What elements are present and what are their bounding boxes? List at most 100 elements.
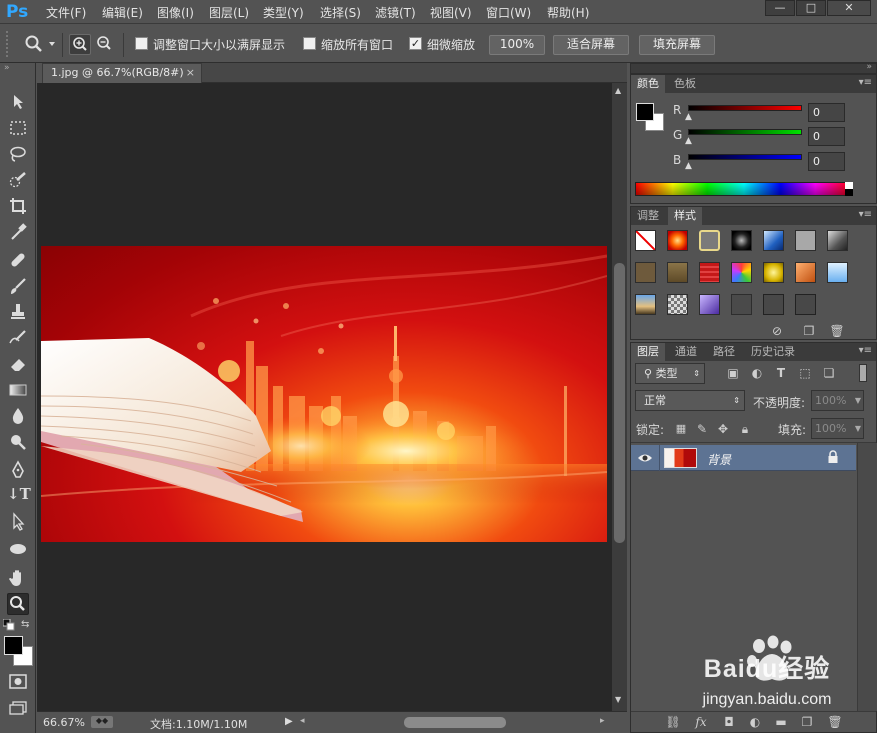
dodge-tool-icon[interactable] xyxy=(7,431,29,453)
crop-tool-icon[interactable] xyxy=(7,195,29,217)
channel-g-handle-icon[interactable]: ▲ xyxy=(685,136,692,146)
quick-selection-tool-icon[interactable] xyxy=(7,169,29,191)
pen-tool-icon[interactable] xyxy=(7,459,29,481)
collapse-tools-icon[interactable]: » xyxy=(4,63,32,73)
style-swatch[interactable] xyxy=(731,294,752,315)
tab-swatches[interactable]: 色板 xyxy=(668,75,702,93)
menu-help[interactable]: 帮助(H) xyxy=(547,4,589,21)
style-swatch[interactable] xyxy=(763,262,784,283)
channel-g-value[interactable]: 0 xyxy=(808,127,845,146)
clear-style-icon[interactable]: ⊘ xyxy=(769,323,785,339)
panel-menu-icon[interactable]: ▾≡ xyxy=(859,345,872,356)
document-image[interactable] xyxy=(41,246,607,542)
menu-filter[interactable]: 滤镜(T) xyxy=(375,4,416,21)
zoom-level[interactable]: 66.67% xyxy=(43,716,85,729)
zoom-100-button[interactable]: 100% xyxy=(489,35,545,55)
new-style-icon[interactable]: ❐ xyxy=(801,323,817,339)
style-swatch[interactable] xyxy=(827,230,848,251)
blend-mode-dropdown[interactable]: 正常 ⇕ xyxy=(635,390,745,411)
delete-style-icon[interactable]: 🗑 xyxy=(829,323,845,339)
tab-adjustments[interactable]: 调整 xyxy=(631,207,665,225)
layer-filter-dropdown[interactable]: ⚲ 类型 ⇕ xyxy=(635,363,705,384)
color-foreground-swatch[interactable] xyxy=(636,103,654,121)
fill-screen-button[interactable]: 填充屏幕 xyxy=(639,35,715,55)
tab-color[interactable]: 颜色 xyxy=(631,75,665,93)
menu-edit[interactable]: 编辑(E) xyxy=(102,4,143,21)
scroll-down-icon[interactable]: ▼ xyxy=(615,695,621,704)
menu-file[interactable]: 文件(F) xyxy=(46,4,86,21)
zoom-in-button[interactable] xyxy=(69,34,91,55)
layer-row[interactable]: 背景 xyxy=(631,445,856,471)
filter-smart-object-icon[interactable]: ❏ xyxy=(821,365,837,381)
menu-view[interactable]: 视图(V) xyxy=(430,4,472,21)
filter-shape-icon[interactable]: ⬚ xyxy=(797,365,813,381)
style-swatch[interactable] xyxy=(699,230,720,251)
style-swatch[interactable] xyxy=(667,230,688,251)
restore-button[interactable]: □ xyxy=(796,0,826,16)
fit-screen-button[interactable]: 适合屏幕 xyxy=(553,35,629,55)
scroll-up-icon[interactable]: ▲ xyxy=(615,86,621,95)
style-swatch[interactable] xyxy=(763,294,784,315)
color-spectrum-bar[interactable] xyxy=(635,182,853,196)
tab-channels[interactable]: 通道 xyxy=(669,343,703,361)
document-tab[interactable]: 1.jpg @ 66.7%(RGB/8#) × xyxy=(42,63,202,83)
menu-select[interactable]: 选择(S) xyxy=(320,4,361,21)
style-swatch[interactable] xyxy=(795,230,816,251)
resize-windows-checkbox[interactable] xyxy=(135,37,148,50)
visibility-eye-icon[interactable] xyxy=(637,451,653,465)
style-swatch[interactable] xyxy=(731,230,752,251)
menu-layer[interactable]: 图层(L) xyxy=(209,4,249,21)
history-brush-tool-icon[interactable] xyxy=(7,327,29,349)
tab-styles[interactable]: 样式 xyxy=(668,207,702,225)
vertical-scrollbar[interactable]: ▲ ▼ xyxy=(612,83,627,711)
channel-b-slider[interactable] xyxy=(688,154,802,160)
tab-history[interactable]: 历史记录 xyxy=(745,343,801,361)
scroll-right-icon[interactable]: ▸ xyxy=(600,716,605,726)
swap-colors-icon[interactable]: ⇆ xyxy=(21,619,33,631)
style-swatch[interactable] xyxy=(635,294,656,315)
style-swatch[interactable] xyxy=(763,230,784,251)
style-none-swatch[interactable] xyxy=(635,230,656,251)
move-tool-icon[interactable] xyxy=(7,91,29,113)
brush-tool-icon[interactable] xyxy=(7,275,29,297)
close-document-icon[interactable]: × xyxy=(186,64,195,82)
horizontal-scroll-thumb[interactable] xyxy=(404,717,506,728)
zoom-tool-icon[interactable] xyxy=(7,593,29,615)
style-swatch[interactable] xyxy=(795,294,816,315)
gradient-tool-icon[interactable] xyxy=(7,379,29,401)
lock-all-icon[interactable]: 🔒︎ xyxy=(737,421,753,437)
zoom-out-button[interactable] xyxy=(94,34,116,55)
filter-toggle[interactable] xyxy=(859,364,867,382)
layer-name[interactable]: 背景 xyxy=(707,451,731,468)
filter-adjustment-icon[interactable]: ◐ xyxy=(749,365,765,381)
style-swatch[interactable] xyxy=(731,262,752,283)
channel-b-handle-icon[interactable]: ▲ xyxy=(685,161,692,171)
lasso-tool-icon[interactable] xyxy=(7,143,29,165)
style-swatch[interactable] xyxy=(699,262,720,283)
style-swatch[interactable] xyxy=(795,262,816,283)
hand-tool-icon[interactable] xyxy=(7,567,29,589)
lock-position-icon[interactable]: ✥ xyxy=(715,421,731,437)
filter-pixel-icon[interactable]: ▣ xyxy=(725,365,741,381)
channel-r-handle-icon[interactable]: ▲ xyxy=(685,112,692,122)
type-tool-icon[interactable]: ↓T xyxy=(7,485,31,507)
status-menu-arrow-icon[interactable]: ▶ xyxy=(285,716,293,727)
panel-menu-icon[interactable]: ▾≡ xyxy=(859,209,872,220)
tab-paths[interactable]: 路径 xyxy=(707,343,741,361)
zoom-all-checkbox[interactable] xyxy=(303,37,316,50)
quick-mask-icon[interactable] xyxy=(9,674,27,689)
scrubby-zoom-checkbox[interactable]: ✓ xyxy=(409,37,422,50)
path-selection-tool-icon[interactable] xyxy=(7,511,29,533)
spectrum-black-swatch[interactable] xyxy=(845,189,853,196)
style-swatch[interactable] xyxy=(667,294,688,315)
tool-preset-picker[interactable] xyxy=(22,33,58,55)
tab-layers[interactable]: 图层 xyxy=(631,343,665,361)
minimize-button[interactable]: — xyxy=(765,0,795,16)
options-grip[interactable] xyxy=(6,31,16,57)
menu-image[interactable]: 图像(I) xyxy=(157,4,194,21)
fill-field[interactable]: 100% ▼ xyxy=(811,418,864,439)
layer-lock-icon[interactable] xyxy=(827,450,839,464)
style-swatch[interactable] xyxy=(699,294,720,315)
opacity-field[interactable]: 100% ▼ xyxy=(811,390,864,411)
lock-transparent-icon[interactable]: ▦ xyxy=(673,421,689,437)
